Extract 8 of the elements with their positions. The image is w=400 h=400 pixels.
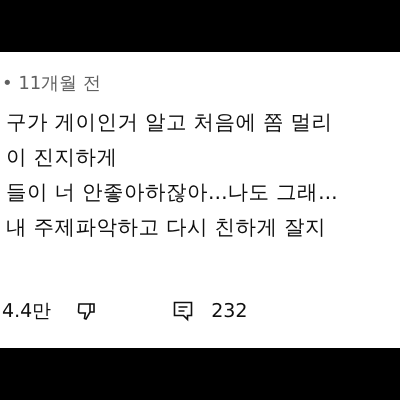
comment-text: 구가 게이인거 알고 처음에 쫌 멀리: [6, 110, 333, 134]
like-count: 4.4만: [2, 299, 52, 324]
comment-date: • 11개월 전: [1, 72, 101, 96]
comment-text: 내 주제파악하고 다시 친하게 잘지: [6, 215, 326, 239]
comment-icon: [171, 299, 196, 324]
comment-text: 들이 너 안좋아하잖아...나도 그래...: [6, 180, 338, 204]
comment-text: 이 진지하게: [6, 145, 118, 169]
replies-button[interactable]: 232: [147, 297, 248, 326]
